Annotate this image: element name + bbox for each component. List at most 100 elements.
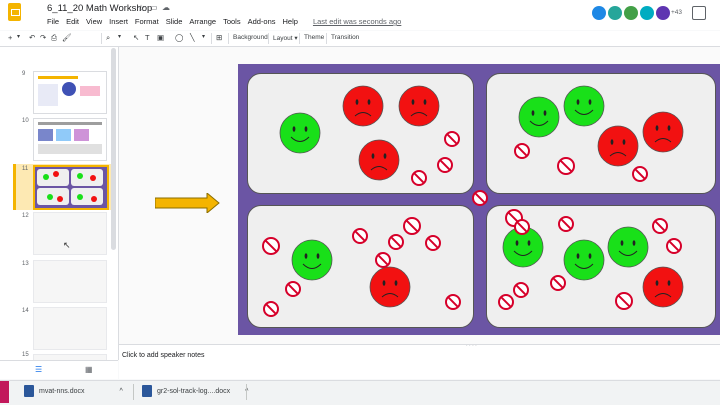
chevron-up-icon[interactable]: ^ — [120, 388, 123, 395]
layout-button[interactable]: Layout ▾ — [273, 34, 298, 42]
redo-icon[interactable]: ↷ — [40, 33, 46, 42]
new-slide-dropdown-icon[interactable]: ▾ — [17, 33, 20, 40]
slide-thumbnail-11[interactable] — [33, 165, 109, 210]
paint-format-icon[interactable]: 🖌 — [62, 33, 72, 42]
slides-logo-icon[interactable] — [8, 3, 21, 21]
no-sign-icon[interactable] — [558, 216, 574, 232]
line-icon[interactable]: ╲ — [190, 33, 195, 42]
no-sign-icon[interactable] — [403, 217, 421, 235]
sad-face[interactable] — [597, 125, 639, 167]
undo-icon[interactable]: ↶ — [29, 33, 35, 42]
star-icon[interactable]: ☆ — [137, 3, 145, 14]
no-sign-icon[interactable] — [375, 252, 391, 268]
sad-face[interactable] — [642, 266, 684, 308]
slide-thumbnail-9[interactable] — [33, 71, 107, 114]
avatar[interactable] — [624, 6, 638, 20]
line-dropdown-icon[interactable]: ▾ — [202, 33, 205, 40]
word-doc-icon — [24, 385, 34, 397]
menu-arrange[interactable]: Arrange — [189, 17, 216, 26]
print-icon[interactable]: ⎙ — [51, 33, 57, 43]
no-sign-icon[interactable] — [514, 143, 530, 159]
image-icon[interactable]: ▣ — [157, 33, 164, 42]
download-item[interactable]: mvat-nns.docx ^ — [24, 385, 123, 397]
menu-tools[interactable]: Tools — [223, 17, 241, 26]
cloud-icon[interactable]: ☁ — [162, 3, 170, 12]
sad-face[interactable] — [358, 139, 400, 181]
no-sign-icon[interactable] — [632, 166, 648, 182]
no-sign-icon[interactable] — [411, 170, 427, 186]
new-slide-icon[interactable]: + — [8, 33, 12, 42]
sad-face[interactable] — [642, 111, 684, 153]
no-sign-icon[interactable] — [652, 218, 668, 234]
menu-insert[interactable]: Insert — [109, 17, 128, 26]
toolbar: + ▾ ↶ ↷ ⎙ 🖌 ⌕ ▾ ↖ T ▣ ◯ ╲ ▾ ⊞ Background… — [0, 31, 720, 47]
filmstrip-scrollbar[interactable] — [111, 48, 116, 250]
comment-icon[interactable]: ⊞ — [216, 33, 222, 42]
no-sign-icon[interactable] — [550, 275, 566, 291]
slide-number: 11 — [22, 166, 29, 172]
notes-resize-handle[interactable]: · · · · — [466, 343, 477, 349]
avatar[interactable] — [656, 6, 670, 20]
no-sign-icon[interactable] — [263, 301, 279, 317]
zoom-dropdown-icon[interactable]: ▾ — [118, 33, 121, 40]
slide-thumbnail-10[interactable] — [33, 118, 107, 161]
no-sign-icon[interactable] — [352, 228, 368, 244]
happy-face[interactable] — [518, 96, 560, 138]
happy-face[interactable] — [607, 226, 649, 268]
menu-edit[interactable]: Edit — [66, 17, 79, 26]
no-sign-icon[interactable] — [388, 234, 404, 250]
no-sign-icon[interactable] — [513, 282, 529, 298]
happy-face[interactable] — [279, 112, 321, 154]
zoom-icon[interactable]: ⌕ — [106, 33, 110, 43]
no-sign-icon[interactable] — [498, 294, 514, 310]
menu-view[interactable]: View — [86, 17, 102, 26]
download-item[interactable]: gr2-sol-track-log....docx ^ — [142, 385, 248, 397]
sad-face[interactable] — [342, 85, 384, 127]
no-sign-icon[interactable] — [615, 292, 633, 310]
slide-11-content[interactable] — [238, 64, 720, 335]
grid-view-icon[interactable]: ▦ — [85, 365, 93, 374]
text-box-icon[interactable]: T — [145, 33, 150, 42]
last-edit-link[interactable]: Last edit was seconds ago — [313, 17, 401, 26]
no-sign-icon[interactable] — [437, 157, 453, 173]
avatar[interactable] — [640, 6, 654, 20]
menu-slide[interactable]: Slide — [166, 17, 183, 26]
no-sign-icon[interactable] — [425, 235, 441, 251]
menu-file[interactable]: File — [47, 17, 59, 26]
no-sign-icon[interactable] — [444, 131, 460, 147]
comment-history-icon[interactable] — [692, 6, 706, 20]
folder-icon[interactable]: ▭ — [150, 3, 158, 12]
slide-thumbnail-13[interactable] — [33, 260, 107, 303]
list-view-icon[interactable]: ☰ — [35, 365, 42, 374]
no-sign-icon[interactable] — [666, 238, 682, 254]
select-tool-icon[interactable]: ↖ — [133, 33, 139, 42]
no-sign-icon[interactable] — [445, 294, 461, 310]
menu-addons[interactable]: Add-ons — [248, 17, 276, 26]
no-sign-icon[interactable] — [557, 157, 575, 175]
right-arrow-shape[interactable] — [155, 193, 221, 213]
sad-face[interactable] — [369, 266, 411, 308]
speaker-notes-placeholder[interactable]: Click to add speaker notes — [122, 352, 205, 359]
collaborator-count[interactable]: +43 — [671, 9, 682, 16]
happy-face[interactable] — [291, 239, 333, 281]
happy-face[interactable] — [563, 85, 605, 127]
menu-format[interactable]: Format — [135, 17, 159, 26]
avatar[interactable] — [608, 6, 622, 20]
no-sign-icon[interactable] — [285, 281, 301, 297]
taskbar-app-icon[interactable] — [0, 381, 9, 403]
transition-button[interactable]: Transition — [331, 34, 359, 41]
no-sign-icon[interactable] — [262, 237, 280, 255]
happy-face[interactable] — [563, 239, 605, 281]
no-sign-icon[interactable] — [472, 190, 488, 206]
menu-help[interactable]: Help — [283, 17, 298, 26]
avatar[interactable] — [592, 6, 606, 20]
shape-icon[interactable]: ◯ — [175, 33, 183, 42]
slide-thumbnail-14[interactable] — [33, 307, 107, 350]
background-button[interactable]: Background — [233, 34, 268, 41]
theme-button[interactable]: Theme — [304, 34, 324, 41]
download-filename: mvat-nns.docx — [39, 387, 85, 395]
speaker-notes-panel[interactable] — [119, 344, 720, 379]
sad-face[interactable] — [398, 85, 440, 127]
filmstrip-footer: ☰ ▦ — [0, 360, 118, 379]
no-sign-icon[interactable] — [514, 219, 530, 235]
